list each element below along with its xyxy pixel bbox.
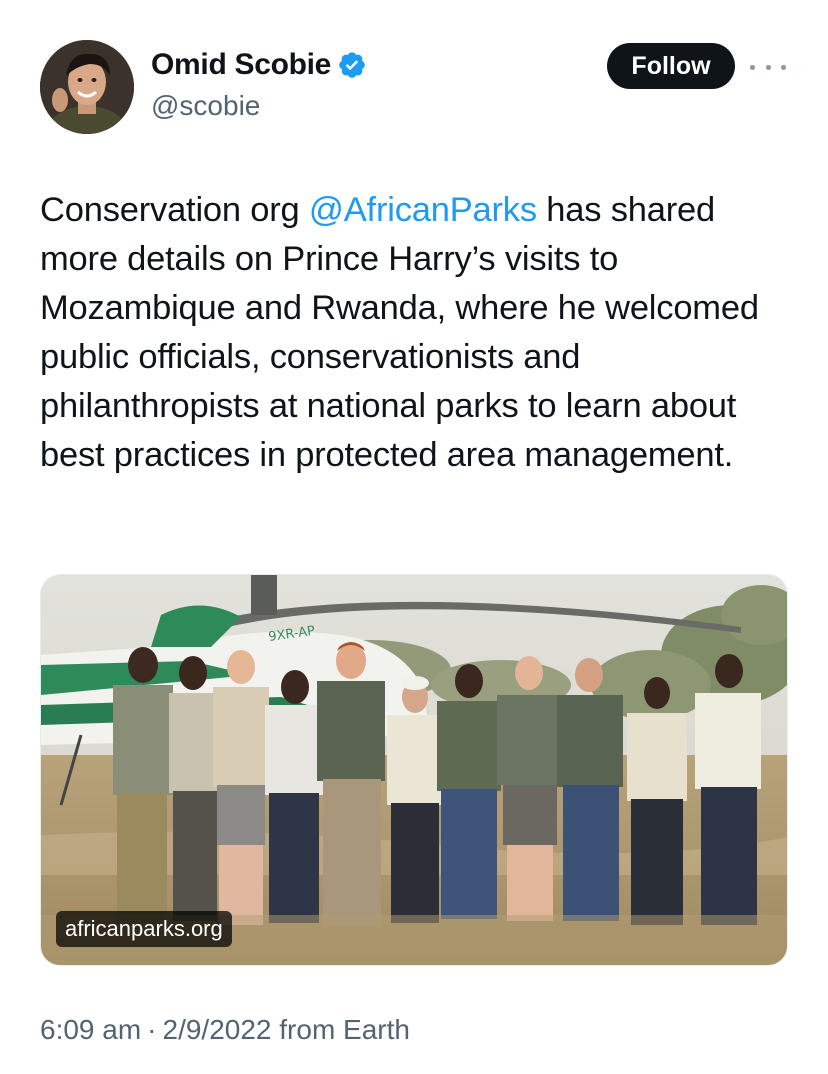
tweet-timestamp[interactable]: 6:09 am · 2/9/2022 from Earth (40, 1014, 410, 1046)
tweet-date: 2/9/2022 (162, 1014, 272, 1045)
media-source-badge[interactable]: africanparks.org (56, 911, 232, 947)
tweet-source: from Earth (279, 1014, 410, 1045)
ellipsis-icon[interactable] (750, 52, 786, 82)
dot (781, 64, 786, 70)
tweet-text-rest: has shared more details on Prince Harry’… (40, 191, 759, 474)
dot (765, 64, 771, 70)
mention-link[interactable]: @AfricanParks (309, 191, 537, 229)
tweet-text: Conservation org @AfricanParks has share… (40, 186, 790, 480)
tweet-header: Omid Scobie @scobie Follow (40, 40, 788, 136)
author-name-row[interactable]: Omid Scobie (151, 48, 367, 82)
tweet-media-photo[interactable]: 9XR-AP africanparks.org (40, 574, 788, 966)
follow-button[interactable]: Follow (607, 43, 735, 89)
verified-badge-icon (337, 50, 367, 80)
meta-separator: · (147, 1014, 157, 1045)
author-display-name[interactable]: Omid Scobie (151, 48, 331, 82)
dot (750, 64, 755, 70)
tweet-time: 6:09 am (40, 1014, 142, 1045)
author-handle[interactable]: @scobie (151, 90, 260, 122)
author-avatar[interactable] (40, 40, 134, 134)
tweet-text-start: Conservation org (40, 191, 309, 229)
group-photo-image: 9XR-AP (41, 575, 787, 965)
